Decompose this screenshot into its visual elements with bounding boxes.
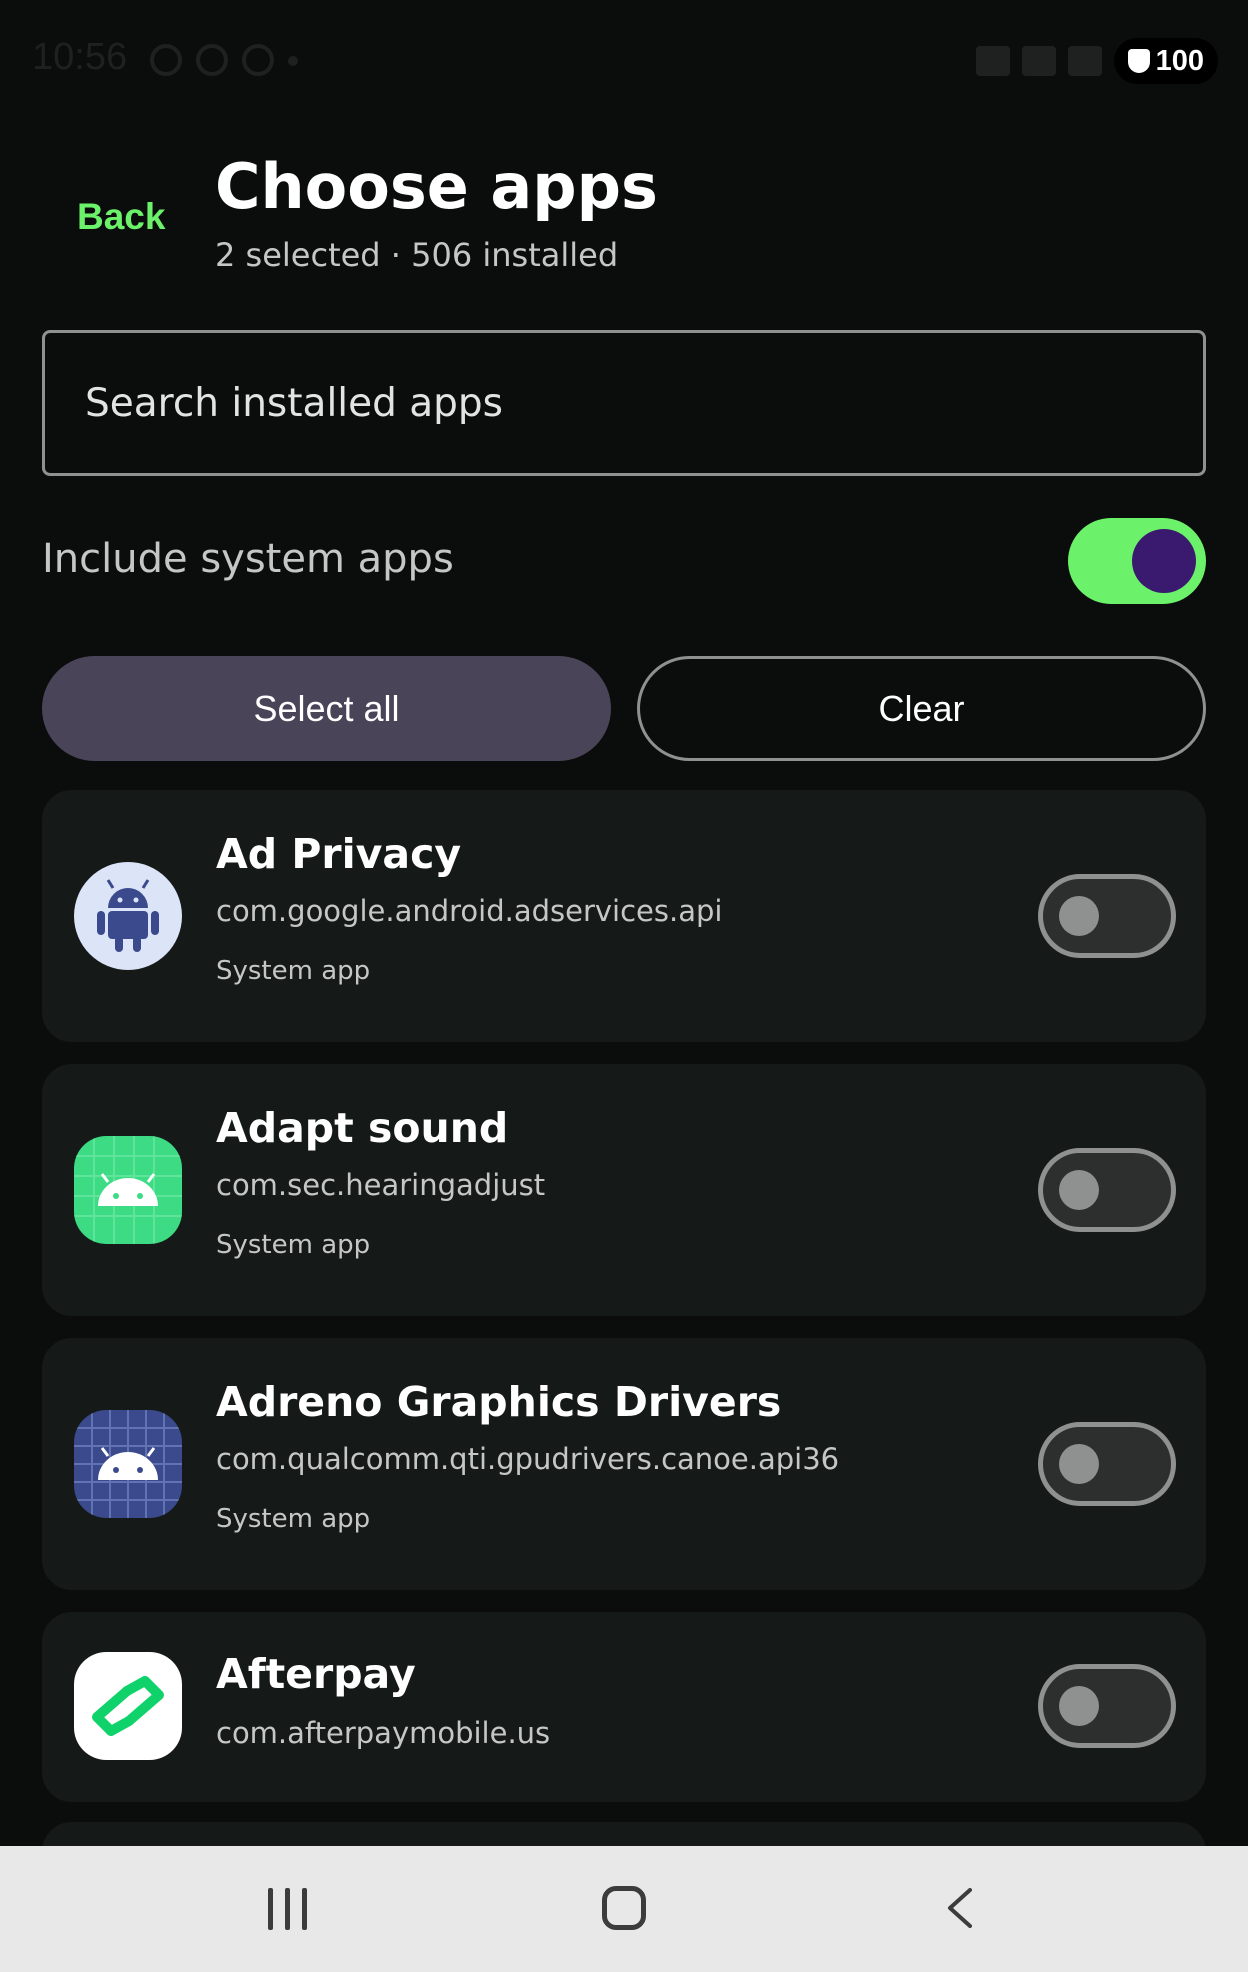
app-type-tag: System app: [216, 1504, 371, 1534]
clear-button[interactable]: Clear: [637, 656, 1206, 761]
app-list-item[interactable]: Adreno Graphics Drivers com.qualcomm.qti…: [42, 1338, 1206, 1590]
app-package: com.google.android.adservices.api: [216, 894, 723, 928]
battery-indicator: 100: [1113, 38, 1218, 84]
back-button[interactable]: Back: [77, 196, 165, 238]
notification-icons: [150, 44, 298, 76]
app-package: com.sec.hearingadjust: [216, 1168, 546, 1202]
app-name: Ad Privacy: [216, 830, 462, 878]
android-head-icon: [74, 1136, 182, 1244]
app-select-switch[interactable]: [1038, 1148, 1176, 1232]
system-icons: 100: [975, 38, 1218, 84]
switch-knob: [1059, 896, 1099, 936]
afterpay-icon: [74, 1652, 182, 1760]
android-head-icon: [74, 1410, 182, 1518]
app-select-switch[interactable]: [1038, 1664, 1176, 1748]
app-list-item[interactable]: Afterpay com.afterpaymobile.us: [42, 1612, 1206, 1802]
switch-knob: [1059, 1686, 1099, 1726]
more-notifications-dot-icon: [288, 56, 298, 66]
wifi-icon: [1021, 46, 1056, 76]
switch-knob: [1059, 1170, 1099, 1210]
select-all-button[interactable]: Select all: [42, 656, 611, 761]
app-select-switch[interactable]: [1038, 1422, 1176, 1506]
recent-apps-icon: [285, 1888, 290, 1930]
recent-apps-button[interactable]: [268, 1888, 307, 1930]
app-name: Adapt sound: [216, 1104, 509, 1152]
status-bar: 10:56 100: [0, 0, 1248, 120]
app-list-item[interactable]: Ad Privacy com.google.android.adservices…: [42, 790, 1206, 1042]
status-time: 10:56: [32, 36, 128, 78]
app-type-tag: System app: [216, 1230, 371, 1260]
app-select-switch[interactable]: [1038, 874, 1176, 958]
search-input[interactable]: [85, 380, 1203, 426]
recent-apps-icon: [268, 1888, 273, 1930]
search-field[interactable]: [42, 330, 1206, 476]
nav-back-button[interactable]: [940, 1886, 980, 1930]
app-name: Afterpay: [216, 1650, 416, 1698]
app-package: com.afterpaymobile.us: [216, 1716, 551, 1750]
recent-apps-icon: [302, 1888, 307, 1930]
selection-summary: 2 selected · 506 installed: [215, 236, 619, 274]
app-package: com.qualcomm.qti.gpudrivers.canoe.api36: [216, 1442, 840, 1476]
include-system-apps-label: Include system apps: [42, 536, 454, 582]
navigation-bar: [0, 1846, 1248, 1972]
home-button[interactable]: [602, 1886, 646, 1930]
switch-knob: [1059, 1444, 1099, 1484]
page-title: Choose apps: [215, 150, 658, 223]
switch-knob: [1132, 529, 1196, 593]
screenshot-icon: [196, 44, 228, 76]
back-arrow-icon: [948, 1888, 972, 1928]
messenger-icon: [242, 44, 274, 76]
battery-level: 100: [1155, 44, 1204, 77]
battery-shield-icon: [1127, 49, 1150, 73]
sync-icon: [150, 44, 182, 76]
app-list-item[interactable]: Adapt sound com.sec.hearingadjust System…: [42, 1064, 1206, 1316]
choose-apps-screen: 10:56 100 Back Choose apps 2 selected · …: [0, 0, 1248, 1972]
app-name: Adreno Graphics Drivers: [216, 1378, 782, 1426]
signal-icon: [1067, 46, 1102, 76]
mute-icon: [975, 46, 1010, 76]
android-robot-icon: [74, 862, 182, 970]
include-system-apps-switch[interactable]: [1068, 518, 1206, 604]
app-type-tag: System app: [216, 956, 371, 986]
